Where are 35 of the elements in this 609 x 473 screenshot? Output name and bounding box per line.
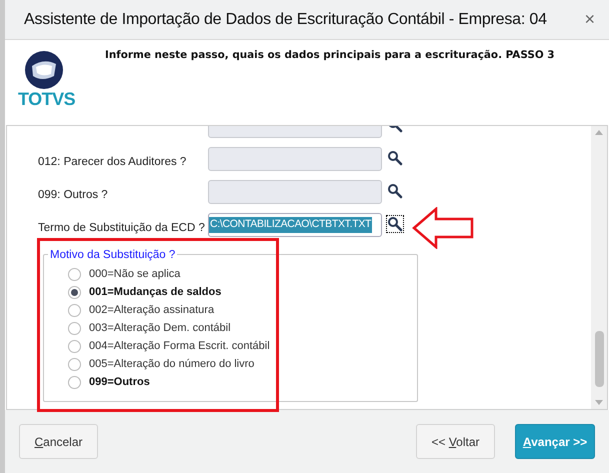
radio-option[interactable]: 003=Alteração Dem. contábil xyxy=(68,319,231,337)
radio-option[interactable]: 000=Não se aplica xyxy=(68,265,180,283)
radio-option[interactable]: 099=Outros xyxy=(68,373,150,391)
scroll-thumb[interactable] xyxy=(594,331,604,387)
field-label: Termo de Substituição da ECD ? xyxy=(38,222,205,234)
logo-icon xyxy=(24,50,64,90)
input-field[interactable] xyxy=(208,180,382,204)
radio-option[interactable]: 005=Alteração do número do livro xyxy=(68,355,254,373)
input-field[interactable] xyxy=(208,147,382,171)
input-field[interactable]: C:\CONTABILIZACAO\CTBTXT.TXT xyxy=(208,213,382,237)
radio-button[interactable] xyxy=(68,286,81,298)
radio-option[interactable]: 002=Alteração assinatura xyxy=(68,301,214,319)
scroll-up-icon[interactable] xyxy=(594,128,604,136)
search-icon[interactable] xyxy=(387,216,403,232)
radio-button[interactable] xyxy=(68,322,81,334)
search-icon[interactable] xyxy=(387,150,403,166)
back-button[interactable]: << Voltar xyxy=(416,424,495,459)
radio-button[interactable] xyxy=(68,268,81,280)
radio-button[interactable] xyxy=(68,376,81,388)
radio-button[interactable] xyxy=(68,358,81,370)
arrow-icon xyxy=(412,207,474,249)
close-button[interactable]: × xyxy=(584,6,595,33)
cancel-button[interactable]: Cancelar xyxy=(19,424,98,459)
radio-button[interactable] xyxy=(68,340,81,352)
scroll-down-icon[interactable] xyxy=(594,399,604,407)
search-icon[interactable] xyxy=(387,183,403,199)
step-instruction: Informe neste passo, quais os dados principais para a escrituração. PASSO 3 xyxy=(105,48,555,63)
radio-option[interactable]: 001=Mudanças de saldos xyxy=(68,283,222,301)
field-label: 012: Parecer dos Auditores ? xyxy=(38,156,186,168)
logo-text: TOTVS xyxy=(18,90,76,108)
radio-option[interactable]: 004=Alteração Forma Escrit. contábil xyxy=(68,337,270,355)
field-label: 099: Outros ? xyxy=(38,189,108,201)
window-title: Assistente de Importação de Dados de Escrituração Contábil - Empresa: 04 xyxy=(24,10,547,30)
scrollbar[interactable] xyxy=(591,126,607,409)
radio-button[interactable] xyxy=(68,304,81,316)
